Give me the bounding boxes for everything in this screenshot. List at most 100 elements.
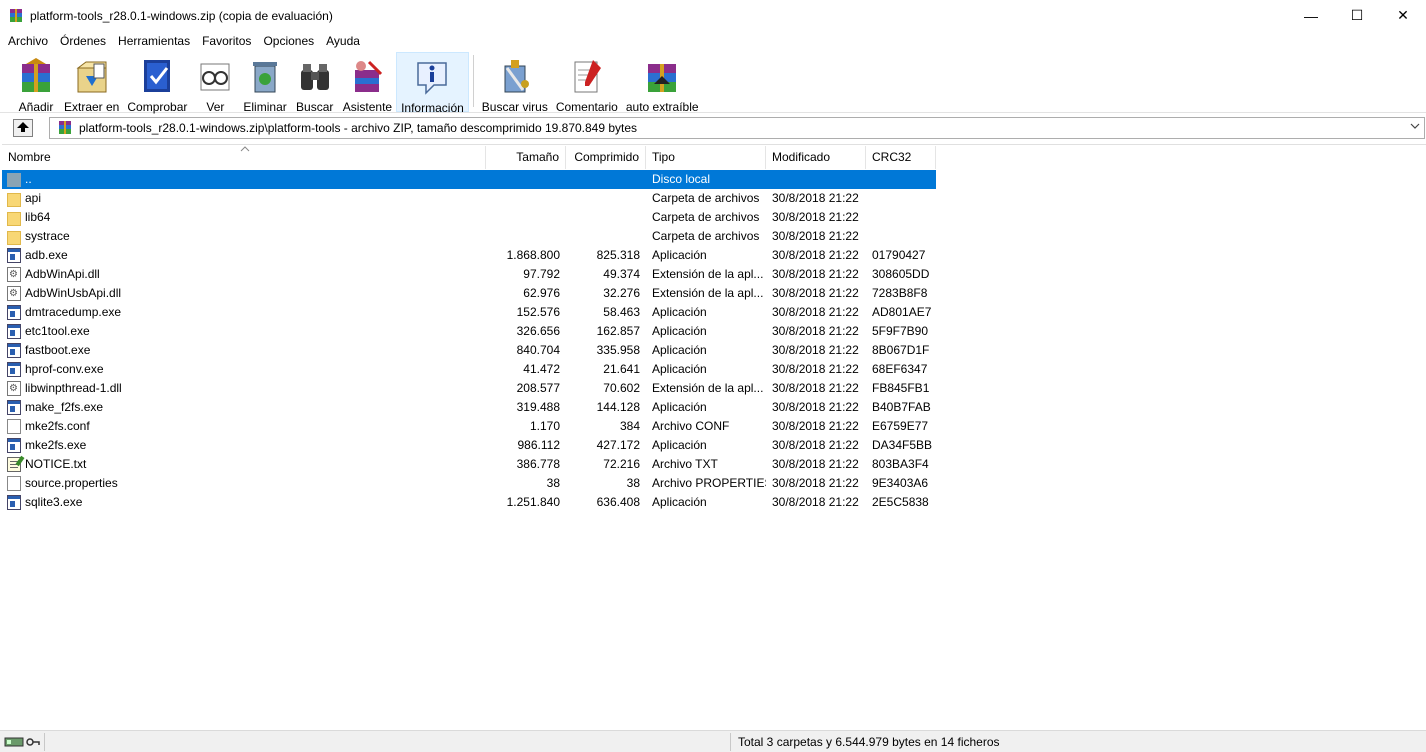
find-button[interactable]: Buscar bbox=[291, 52, 339, 114]
up-folder-button[interactable] bbox=[13, 119, 33, 137]
file-list[interactable]: Nombre Tamaño Comprimido Tipo Modificado… bbox=[2, 144, 1426, 726]
column-type[interactable]: Tipo bbox=[646, 146, 766, 169]
cell-crc32: 68EF6347 bbox=[872, 362, 928, 376]
file-name: mke2fs.exe bbox=[25, 438, 87, 452]
table-row[interactable]: NOTICE.txt 386.778 72.216 Archivo TXT 30/8/2… bbox=[2, 455, 936, 474]
cell-name: etc1tool.exe bbox=[2, 322, 486, 341]
extract-button[interactable]: Extraer en bbox=[60, 52, 123, 114]
table-row[interactable]: dmtracedump.exe 152.576 58.463 Aplicación 30… bbox=[2, 303, 936, 322]
cell-size bbox=[486, 170, 566, 189]
info-button[interactable]: Información bbox=[396, 52, 469, 115]
table-row[interactable]: systrace Carpeta de archivos 30/8/2018 21:… bbox=[2, 227, 936, 246]
cell-modified: 30/8/2018 21:22 bbox=[772, 495, 859, 509]
wizard-button[interactable]: Asistente bbox=[339, 52, 396, 114]
sfx-button[interactable]: auto extraíble bbox=[622, 52, 703, 114]
file-name: mke2fs.conf bbox=[25, 419, 90, 433]
menu-archivo[interactable]: Archivo bbox=[2, 31, 54, 51]
cell-compressed: 144.128 bbox=[596, 400, 640, 414]
table-row[interactable]: hprof-conv.exe 41.472 21.641 Aplicación 30/8… bbox=[2, 360, 936, 379]
table-row[interactable]: source.properties 38 38 Archivo PROPERTIES 3… bbox=[2, 474, 936, 493]
cell-name: lib64 bbox=[2, 208, 486, 227]
cell-compressed: 335.958 bbox=[596, 343, 640, 357]
close-icon: ✕ bbox=[1397, 7, 1409, 23]
column-crc32[interactable]: CRC32 bbox=[866, 146, 936, 169]
txt-icon bbox=[7, 457, 21, 472]
cell-crc32 bbox=[866, 208, 936, 227]
cell-type: Extensión de la apl... bbox=[652, 286, 764, 300]
info-icon bbox=[412, 57, 452, 97]
table-row[interactable]: adb.exe 1.868.800 825.318 Aplicación 30/8/20… bbox=[2, 246, 936, 265]
menu-ayuda[interactable]: Ayuda bbox=[320, 31, 366, 51]
cell-type: Carpeta de archivos bbox=[652, 210, 760, 224]
table-row[interactable]: libwinpthread-1.dll 208.577 70.602 Extensió… bbox=[2, 379, 936, 398]
menu-ordenes[interactable]: Órdenes bbox=[54, 31, 112, 51]
winrar-app-icon[interactable] bbox=[8, 8, 24, 24]
comment-label: Comentario bbox=[555, 100, 618, 114]
cell-name: sqlite3.exe bbox=[2, 493, 486, 512]
path-dropdown[interactable]: platform-tools_r28.0.1-windows.zip\platf… bbox=[49, 117, 1425, 139]
virus-scan-button[interactable]: Buscar virus bbox=[478, 52, 552, 114]
view-button[interactable]: Ver bbox=[191, 52, 239, 114]
column-name[interactable]: Nombre bbox=[2, 146, 486, 169]
virus-scan-label: Buscar virus bbox=[481, 100, 548, 114]
key-icon[interactable] bbox=[26, 736, 40, 748]
cell-type: Aplicación bbox=[652, 248, 707, 262]
menu-herramientas[interactable]: Herramientas bbox=[112, 31, 196, 51]
table-row[interactable]: AdbWinUsbApi.dll 62.976 32.276 Extensión de… bbox=[2, 284, 936, 303]
cell-size: 1.868.800 bbox=[506, 248, 560, 262]
table-row[interactable]: make_f2fs.exe 319.488 144.128 Aplicación 30/… bbox=[2, 398, 936, 417]
cell-crc32: 2E5C5838 bbox=[872, 495, 929, 509]
table-row[interactable]: lib64 Carpeta de archivos 30/8/2018 21:22 bbox=[2, 208, 936, 227]
table-row[interactable]: etc1tool.exe 326.656 162.857 Aplicación 30/8… bbox=[2, 322, 936, 341]
minimize-icon: — bbox=[1304, 7, 1318, 24]
cell-name: mke2fs.conf bbox=[2, 417, 486, 436]
virus-scan-icon bbox=[495, 56, 535, 96]
maximize-button[interactable]: ☐ bbox=[1334, 0, 1380, 31]
cell-size bbox=[486, 189, 566, 208]
cell-type: Aplicación bbox=[652, 495, 707, 509]
delete-button[interactable]: Eliminar bbox=[239, 52, 290, 114]
exe-icon bbox=[7, 400, 21, 415]
cell-modified: 30/8/2018 21:22 bbox=[772, 210, 859, 224]
file-name: source.properties bbox=[25, 476, 118, 490]
table-row[interactable]: api Carpeta de archivos 30/8/2018 21:22 bbox=[2, 189, 936, 208]
table-row[interactable]: AdbWinApi.dll 97.792 49.374 Extensión de la… bbox=[2, 265, 936, 284]
toolbar-separator bbox=[472, 55, 474, 107]
column-size[interactable]: Tamaño bbox=[486, 146, 566, 169]
column-modified[interactable]: Modificado bbox=[766, 146, 866, 169]
table-row[interactable]: sqlite3.exe 1.251.840 636.408 Aplicación 30/… bbox=[2, 493, 936, 512]
cell-size: 41.472 bbox=[523, 362, 560, 376]
drive-icon[interactable] bbox=[4, 736, 24, 748]
delete-label: Eliminar bbox=[243, 100, 287, 114]
add-button[interactable]: Añadir bbox=[12, 52, 60, 114]
close-button[interactable]: ✕ bbox=[1380, 0, 1426, 31]
comment-button[interactable]: Comentario bbox=[552, 52, 622, 114]
cell-modified: 30/8/2018 21:22 bbox=[772, 400, 859, 414]
exe-icon bbox=[7, 248, 21, 263]
cell-crc32: 308605DD bbox=[872, 267, 930, 281]
file-name: AdbWinUsbApi.dll bbox=[25, 286, 122, 300]
file-name: sqlite3.exe bbox=[25, 495, 83, 509]
test-button[interactable]: Comprobar bbox=[123, 52, 191, 114]
cell-type: Archivo PROPERTIES bbox=[652, 476, 766, 490]
menu-favoritos[interactable]: Favoritos bbox=[196, 31, 257, 51]
menu-opciones[interactable]: Opciones bbox=[257, 31, 320, 51]
status-divider bbox=[44, 733, 45, 751]
column-compressed[interactable]: Comprimido bbox=[566, 146, 646, 169]
cell-modified: 30/8/2018 21:22 bbox=[772, 343, 859, 357]
table-row[interactable]: mke2fs.conf 1.170 384 Archivo CONF 30/8/2018… bbox=[2, 417, 936, 436]
chevron-down-icon[interactable] bbox=[1410, 120, 1420, 134]
table-row[interactable]: fastboot.exe 840.704 335.958 Aplicación 30/8… bbox=[2, 341, 936, 360]
table-row[interactable]: .. Disco local bbox=[2, 170, 936, 189]
column-name-label: Nombre bbox=[8, 150, 51, 164]
cell-compressed: 427.172 bbox=[596, 438, 640, 452]
table-row[interactable]: mke2fs.exe 986.112 427.172 Aplicación 30/8/2… bbox=[2, 436, 936, 455]
address-bar: platform-tools_r28.0.1-windows.zip\platf… bbox=[0, 115, 1426, 141]
test-icon bbox=[137, 56, 177, 96]
file-name: libwinpthread-1.dll bbox=[25, 381, 122, 395]
cell-size: 152.576 bbox=[516, 305, 560, 319]
cell-name: libwinpthread-1.dll bbox=[2, 379, 486, 398]
status-summary: Total 3 carpetas y 6.544.979 bytes en 14… bbox=[738, 735, 1000, 749]
minimize-button[interactable]: — bbox=[1288, 0, 1334, 31]
sfx-icon bbox=[642, 56, 682, 96]
